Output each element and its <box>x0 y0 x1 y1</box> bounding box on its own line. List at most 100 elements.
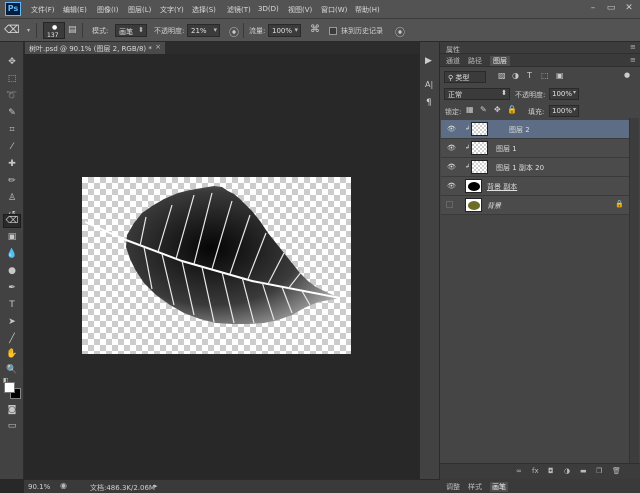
layers-menu-icon[interactable]: ≡ <box>630 56 636 64</box>
adjustment-layer-icon[interactable]: ◑ <box>564 467 570 475</box>
document-info-icon[interactable]: ◉ <box>60 481 67 490</box>
gradient-tool-icon[interactable]: ▣ <box>5 231 19 244</box>
layer-row-background[interactable]: 背景 🔒 <box>441 196 629 215</box>
eye-icon[interactable]: 👁 <box>447 163 456 171</box>
minimize-button[interactable]: – <box>586 3 600 14</box>
healing-tool-icon[interactable]: ✚ <box>5 158 19 171</box>
eye-icon[interactable]: 👁 <box>447 182 456 190</box>
lock-position-icon[interactable]: ✥ <box>494 105 501 114</box>
history-checkbox[interactable] <box>329 27 337 35</box>
type-tool-icon[interactable]: T <box>5 299 19 312</box>
mode-select[interactable]: 画笔 ⬍ <box>115 24 147 37</box>
layer-row-background-copy[interactable]: 👁 背景 副本 <box>441 177 629 196</box>
character-panel-icon[interactable]: A| <box>425 80 433 89</box>
layers-scrollbar[interactable] <box>629 118 639 463</box>
path-select-tool-icon[interactable]: ➤ <box>5 316 19 329</box>
chevron-down-icon[interactable]: ▾ <box>573 89 576 96</box>
visibility-off-box[interactable] <box>446 201 453 208</box>
add-mask-icon[interactable]: ◘ <box>548 467 554 475</box>
flow-input[interactable]: 100% ▾ <box>268 24 301 37</box>
layer-row-layer2[interactable]: 👁 ↲ 图层 2 <box>441 120 629 139</box>
menu-file[interactable]: 文件(F) <box>31 5 55 15</box>
filter-toggle-icon[interactable]: ● <box>624 71 630 79</box>
document-title: 树叶.psd @ 90.1% (图层 2, RGB/8) * <box>29 45 152 53</box>
eraser-tool-icon[interactable]: ⌫ <box>3 214 21 228</box>
pressure-size-icon[interactable]: ⦿ <box>395 24 405 39</box>
stamp-tool-icon[interactable]: ♙ <box>5 192 19 205</box>
leaf-silhouette <box>468 201 480 210</box>
restore-button[interactable]: ▭ <box>604 3 618 14</box>
lock-transparent-icon[interactable]: ▦ <box>466 105 474 114</box>
brush-tool-icon[interactable]: ✏ <box>5 175 19 188</box>
tab-paths[interactable]: 路径 <box>468 56 482 66</box>
layer-filter-select[interactable]: ⚲ 类型 <box>444 71 486 83</box>
layer-row-layer1-copy20[interactable]: 👁 ↲ 图层 1 副本 20 <box>441 158 629 177</box>
opacity-input[interactable]: 21% ▾ <box>187 24 220 37</box>
document-tab[interactable]: 树叶.psd @ 90.1% (图层 2, RGB/8) * × <box>25 42 165 54</box>
layer-thumbnail <box>465 179 482 193</box>
close-tab-icon[interactable]: × <box>155 43 161 51</box>
menu-edit[interactable]: 编辑(E) <box>63 5 87 15</box>
filter-type-icon[interactable]: T <box>527 71 532 80</box>
menu-3d[interactable]: 3D(D) <box>258 5 279 13</box>
tab-layers[interactable]: 图层 <box>490 56 510 66</box>
new-layer-icon[interactable]: ❐ <box>596 467 602 475</box>
chevron-down-icon[interactable]: ▾ <box>27 27 30 34</box>
tab-brushes[interactable]: 画笔 <box>490 482 508 492</box>
eyedropper-tool-icon[interactable]: ⁄ <box>5 141 19 154</box>
eye-icon[interactable]: 👁 <box>447 144 456 152</box>
filter-shape-icon[interactable]: ⬚ <box>541 71 549 80</box>
close-window-button[interactable]: ✕ <box>622 3 636 14</box>
menu-filter[interactable]: 滤镜(T) <box>227 5 251 15</box>
menu-select[interactable]: 选择(S) <box>192 5 216 15</box>
pen-tool-icon[interactable]: ✒ <box>5 282 19 295</box>
filter-smartobject-icon[interactable]: ▣ <box>556 71 564 80</box>
pressure-opacity-icon[interactable]: ⦿ <box>229 24 239 39</box>
eraser-tool-preset-icon[interactable]: ⌫ <box>4 22 26 38</box>
airbrush-icon[interactable]: ⌘ <box>310 24 320 35</box>
hand-tool-icon[interactable]: ✋ <box>5 348 19 361</box>
brush-picker[interactable]: ● 137 <box>43 22 65 39</box>
move-tool-icon[interactable]: ✥ <box>5 56 19 69</box>
blend-mode-select[interactable]: 正常 ⬍ <box>444 88 510 100</box>
foreground-color-swatch[interactable] <box>4 382 15 393</box>
lasso-tool-icon[interactable]: ➰ <box>5 90 19 103</box>
lock-image-icon[interactable]: ✎ <box>480 105 487 114</box>
brush-panel-icon[interactable]: ▤ <box>68 25 77 35</box>
line-tool-icon[interactable]: ╱ <box>5 333 19 346</box>
new-group-icon[interactable]: ▬ <box>580 467 587 475</box>
link-layers-icon[interactable]: ∞ <box>516 467 522 475</box>
crop-tool-icon[interactable]: ⌗ <box>5 124 19 137</box>
tab-channels[interactable]: 通道 <box>446 56 460 66</box>
screen-mode-icon[interactable]: ▭ <box>5 420 19 433</box>
panel-menu-icon[interactable]: ≡ <box>630 43 636 51</box>
quick-select-tool-icon[interactable]: ✎ <box>5 107 19 120</box>
tab-adjustments[interactable]: 调整 <box>446 482 460 492</box>
paragraph-panel-icon[interactable]: ¶ <box>426 98 432 108</box>
document-canvas[interactable] <box>82 177 351 354</box>
menu-window[interactable]: 窗口(W) <box>321 5 347 15</box>
status-menu-arrow-icon[interactable]: ▸ <box>154 482 158 490</box>
filter-pixel-icon[interactable]: ▨ <box>498 71 506 80</box>
marquee-tool-icon[interactable]: ⬚ <box>5 73 19 86</box>
menu-help[interactable]: 帮助(H) <box>355 5 380 15</box>
quick-mask-icon[interactable]: ◙ <box>5 404 19 417</box>
menu-layer[interactable]: 图层(L) <box>128 5 151 15</box>
menu-view[interactable]: 视图(V) <box>288 5 312 15</box>
zoom-level[interactable]: 90.1% <box>28 483 50 491</box>
chevron-down-icon[interactable]: ▾ <box>573 106 576 113</box>
play-actions-icon[interactable]: ▶ <box>425 56 432 66</box>
filter-adjustment-icon[interactable]: ◑ <box>512 71 519 80</box>
trash-icon[interactable]: 🗑 <box>612 467 621 475</box>
lock-all-icon[interactable]: 🔒 <box>507 105 517 114</box>
zoom-tool-icon[interactable]: 🔍 <box>5 364 19 377</box>
fx-icon[interactable]: fx <box>532 467 539 475</box>
eye-icon[interactable]: 👁 <box>447 125 456 133</box>
layer-row-layer1[interactable]: 👁 ↲ 图层 1 <box>441 139 629 158</box>
options-bar: ⌫ ▾ ● 137 ▤ 模式: 画笔 ⬍ 不透明度: 21% ▾ ⦿ 流量: 100… <box>0 19 640 42</box>
blur-tool-icon[interactable]: 💧 <box>5 248 19 261</box>
menu-image[interactable]: 图像(I) <box>97 5 119 15</box>
menu-type[interactable]: 文字(Y) <box>160 5 184 15</box>
dodge-tool-icon[interactable]: ● <box>5 265 19 278</box>
tab-styles[interactable]: 样式 <box>468 482 482 492</box>
